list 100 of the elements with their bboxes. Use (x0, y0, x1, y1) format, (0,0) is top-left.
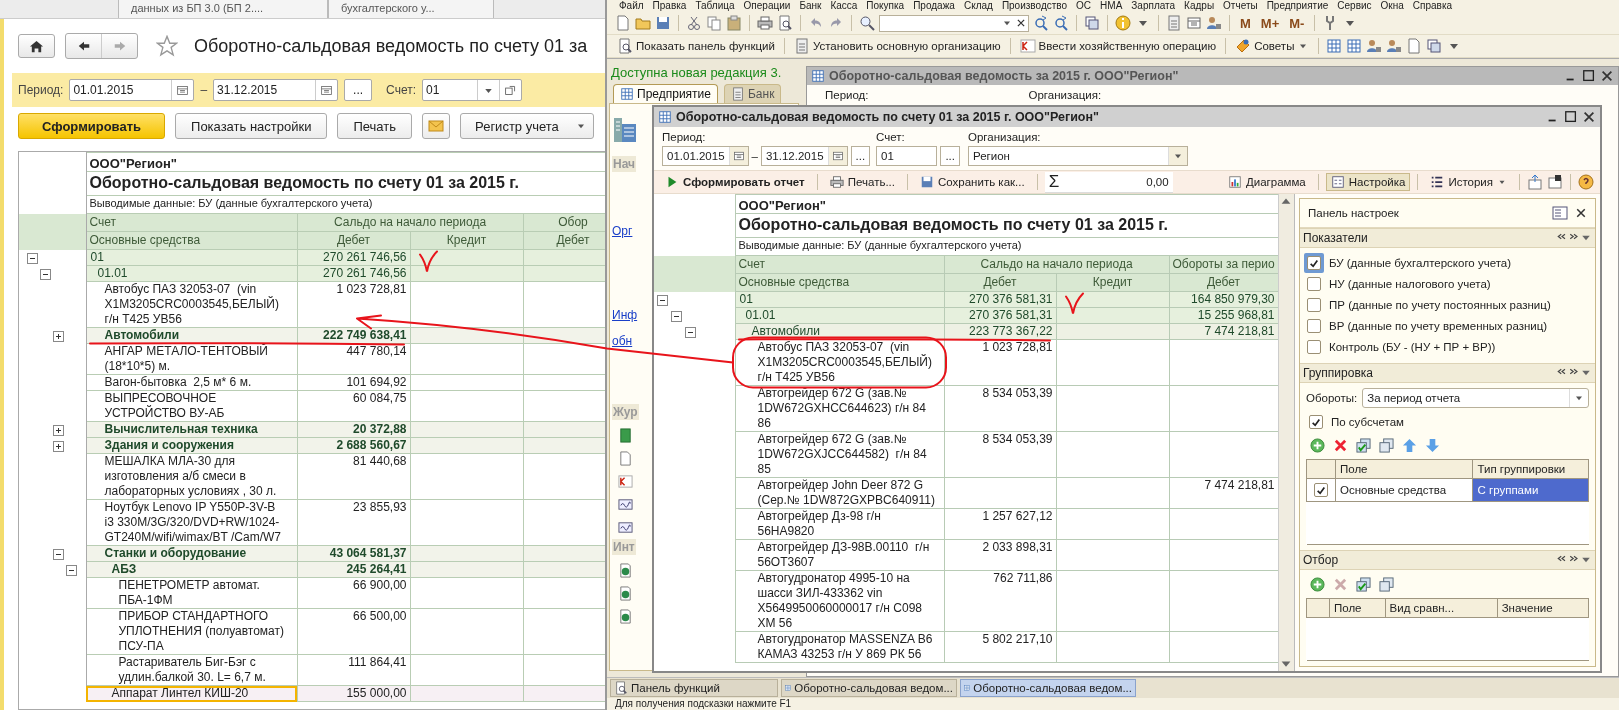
info-icon[interactable] (1115, 15, 1131, 31)
move-down-icon[interactable] (1425, 438, 1440, 453)
tab[interactable]: Предприятие (613, 84, 718, 103)
printer-icon[interactable] (757, 15, 773, 31)
find-next-icon[interactable] (1033, 15, 1049, 31)
calendar-icon[interactable] (176, 83, 190, 97)
account-field[interactable]: 01 (876, 146, 938, 166)
toolbar-button[interactable]: Показать панель функций (615, 38, 777, 54)
checkbox[interactable] (1304, 295, 1324, 315)
tab[interactable]: данных из БП 3.0 (БП 2.... (118, 0, 328, 18)
menu-item[interactable]: Операции (743, 0, 791, 12)
report-row[interactable]: Автогудронатор 4995-10 на шасси ЗИЛ-433362 vin X5649950060000017 г/н С098 ХМ 56 762 711,86 (654, 570, 1278, 632)
toolbar-button[interactable]: Сформировать отчет (660, 173, 810, 191)
tab[interactable]: бухгалтерского у... (328, 0, 494, 18)
move-up-icon[interactable] (1402, 438, 1417, 453)
memory-button[interactable]: M- (1286, 15, 1308, 31)
menu-item[interactable]: Производство (1001, 0, 1068, 12)
report-row[interactable]: 01 270 376 581,31 164 850 979,30 (654, 291, 1278, 308)
search-icon[interactable] (859, 15, 875, 31)
toolbar-button[interactable]: Установить основную организацию (791, 38, 1003, 54)
preview-icon[interactable] (777, 15, 793, 31)
menu-item[interactable]: Окна (1380, 0, 1404, 12)
scrollbar[interactable] (1278, 194, 1294, 671)
toolbar-button[interactable]: История (1425, 173, 1512, 191)
calendar-icon[interactable] (1186, 15, 1202, 31)
home-button[interactable] (18, 34, 55, 58)
menu-item[interactable]: Склад (963, 0, 993, 12)
taskbar-item[interactable]: Оборотно-сальдовая ведом... (781, 679, 957, 697)
report-row[interactable]: Автобус ПАЗ 32053-07 (vin X1M3205CRC0003545,БЕЛЫЙ) г/н Т425 УВ56 1 023 728,81 (654, 339, 1278, 386)
report-row[interactable]: АБЗ 245 264,41 (19, 561, 605, 578)
more-button[interactable]: ... (940, 146, 960, 166)
calendar-icon[interactable] (831, 150, 844, 162)
copy-icon[interactable] (706, 15, 722, 31)
checkbox[interactable] (1304, 337, 1324, 357)
check-all-icon[interactable] (1356, 438, 1371, 453)
date-field[interactable]: 01.01.2015 (69, 79, 195, 101)
menu-item[interactable]: Файл (619, 0, 644, 12)
checkbox[interactable] (1304, 316, 1324, 336)
maximize-icon[interactable] (1582, 69, 1596, 83)
menu-item[interactable]: НМА (1100, 0, 1123, 12)
report-row[interactable]: Вагон-бытовка 2,5 м* 6 м. 101 694,92 (19, 374, 605, 391)
dropdown[interactable]: За период отчета (1362, 388, 1589, 408)
menu-item[interactable]: Покупка (866, 0, 905, 12)
report-row[interactable]: Автогрейдер Дз-98 г/н 56НА9820 1 257 627,12 (654, 508, 1278, 540)
close-icon[interactable] (1575, 207, 1587, 219)
report-row[interactable]: Автогрейдер 672 G (зав.№ 1DW672GXJCC644582) г/н 84 85 8 534 053,39 (654, 431, 1278, 478)
maximize-icon[interactable] (1564, 110, 1578, 124)
more-button[interactable]: ... (850, 146, 871, 166)
menu-item[interactable]: Касса (830, 0, 858, 12)
uncheck-all-icon[interactable] (1379, 577, 1394, 592)
checkbox[interactable] (1306, 412, 1326, 432)
menu-item[interactable]: Таблица (695, 0, 735, 12)
expand-icon[interactable] (53, 424, 64, 436)
debit-credit-icon[interactable] (618, 474, 633, 489)
checkbox[interactable] (1311, 480, 1331, 500)
report-row[interactable]: ПЕНЕТРОМЕТР автомат. ПБА-1ФМ 66 900,00 (19, 577, 605, 609)
date-field[interactable]: 31.12.2015 (760, 146, 848, 166)
menu-item[interactable]: Продажа (913, 0, 955, 12)
report-row[interactable]: Растариватель Биг-Бэг с удлин.балкой 30. L= 6,7 м. 111 864,41 (19, 654, 605, 686)
close-icon[interactable] (1582, 110, 1596, 124)
link[interactable]: обн (612, 334, 633, 348)
report-row[interactable]: ПРИБОР СТАНДАРТНОГО УПЛОТНЕНИЯ (полуавтомат) ПСУ-ПА 66 500,00 (19, 608, 605, 655)
collapse-icon[interactable] (40, 268, 51, 280)
report-row[interactable]: Вычислительная техника 20 372,88 (19, 421, 605, 438)
taskbar-item[interactable]: Оборотно-сальдовая ведом... (960, 679, 1136, 697)
memory-button[interactable]: M (1237, 15, 1254, 31)
collapse-icon[interactable] (53, 548, 64, 560)
close-icon[interactable] (1600, 69, 1614, 83)
new-document-icon[interactable] (615, 15, 631, 31)
report-row[interactable]: МЕШАЛКА МЛА-30 для изготовления а/б смеси в лабораторных условиях , 30 л. 81 440,68 (19, 453, 605, 500)
report-row[interactable]: 01.01 270 261 746,56 (19, 265, 605, 282)
menu-item[interactable]: Отчеты (1223, 0, 1258, 12)
chart-icon[interactable] (618, 520, 633, 535)
find-previous-icon[interactable] (1053, 15, 1069, 31)
users-icon[interactable] (1206, 15, 1222, 31)
menu-item[interactable]: Предприятие (1266, 0, 1329, 12)
collapse-icon[interactable] (685, 326, 696, 338)
account-field[interactable]: 01 (422, 79, 522, 101)
chart-icon[interactable] (618, 497, 633, 512)
report-row[interactable]: Автогрейдер John Deer 872 G (Сер.№ 1DW872GXPBC640911) 7 474 218,81 (654, 477, 1278, 509)
report-row[interactable]: Станки и оборудование 43 064 581,37 (19, 545, 605, 562)
report-row[interactable]: 01.01 270 376 581,31 15 255 968,81 (654, 307, 1278, 324)
star-icon[interactable] (156, 35, 178, 57)
collapse-icon[interactable] (671, 310, 682, 322)
report-row[interactable]: Автомобили 223 773 367,22 7 474 218,81 (654, 323, 1278, 340)
memory-button[interactable]: M+ (1257, 15, 1283, 31)
menu-item[interactable]: Правка (652, 0, 687, 12)
report-row[interactable]: ВЫПРЕСОВОЧНОЕ УСТРОЙСТВО ВУ-АБ 60 084,75 (19, 390, 605, 422)
folder-icon[interactable] (635, 15, 651, 31)
windows-icon[interactable] (1084, 15, 1100, 31)
add-icon[interactable] (1310, 577, 1325, 592)
toolbar-button[interactable]: Печать... (824, 173, 900, 191)
paste-icon[interactable] (726, 15, 742, 31)
add-icon[interactable] (1310, 438, 1325, 453)
checkbox[interactable] (1304, 274, 1324, 294)
menu-item[interactable]: Банк (799, 0, 822, 12)
button[interactable]: Сформировать (18, 113, 166, 139)
report-row[interactable]: Автогудронатор MASSENZA B6 КАМАЗ 43253 г/н У 869 РК 56 5 802 217,10 (654, 631, 1278, 663)
link[interactable]: Инф (612, 308, 638, 322)
mail-button[interactable] (422, 113, 451, 139)
